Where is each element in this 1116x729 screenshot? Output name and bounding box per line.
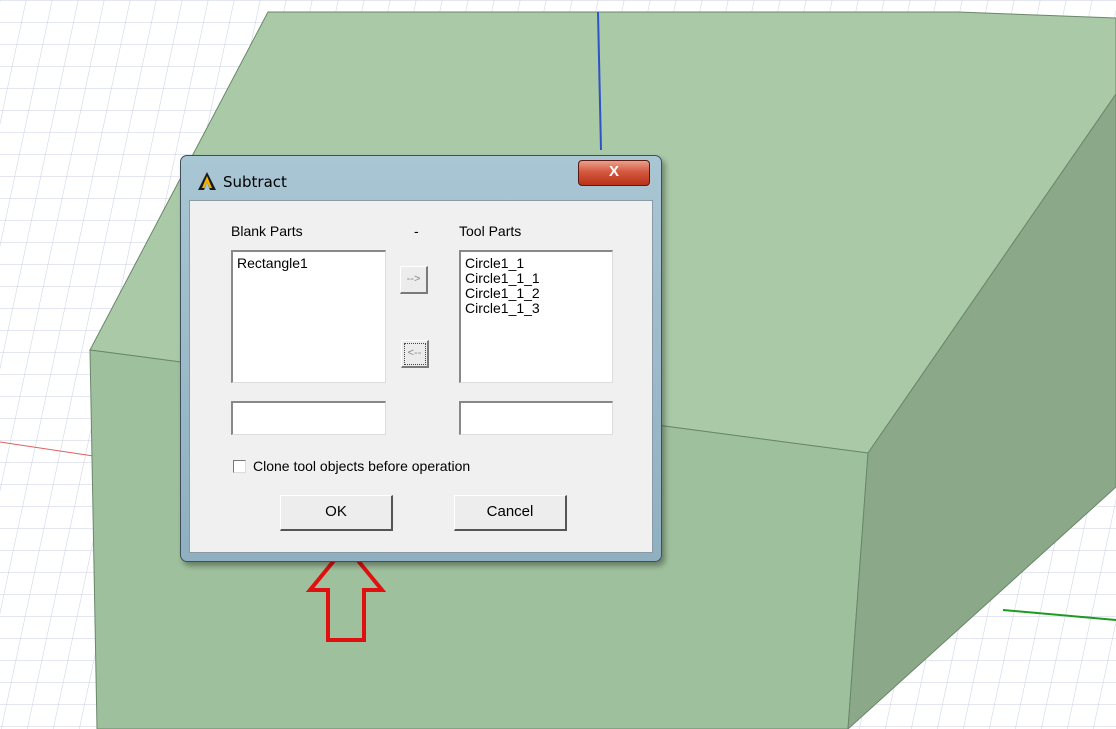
clone-tool-checkbox[interactable] bbox=[233, 460, 246, 473]
cancel-button[interactable]: Cancel bbox=[454, 495, 567, 531]
move-to-tool-button[interactable]: --> bbox=[400, 266, 428, 294]
tool-parts-label: Tool Parts bbox=[459, 223, 522, 239]
list-item[interactable]: Circle1_1_1 bbox=[465, 271, 612, 286]
blank-parts-label: Blank Parts bbox=[231, 223, 303, 239]
tool-parts-list[interactable]: Circle1_1 Circle1_1_1 Circle1_1_2 Circle… bbox=[459, 250, 613, 383]
close-button[interactable]: X bbox=[578, 160, 650, 186]
list-item[interactable]: Circle1_1_3 bbox=[465, 301, 612, 316]
dialog-body: Blank Parts - Tool Parts Rectangle1 Circ… bbox=[189, 200, 653, 553]
blank-parts-filter-input[interactable] bbox=[231, 401, 386, 435]
blank-parts-list[interactable]: Rectangle1 bbox=[231, 250, 386, 383]
clone-tool-label: Clone tool objects before operation bbox=[253, 458, 471, 474]
ansys-logo-icon bbox=[198, 172, 216, 190]
subtract-dialog: Subtract X Blank Parts - Tool Parts Rect… bbox=[180, 155, 662, 562]
move-to-blank-button[interactable]: <-- bbox=[401, 340, 429, 368]
ok-button[interactable]: OK bbox=[280, 495, 393, 531]
list-item[interactable]: Circle1_1_2 bbox=[465, 286, 612, 301]
tool-parts-filter-input[interactable] bbox=[459, 401, 613, 435]
list-item[interactable]: Circle1_1 bbox=[465, 256, 612, 271]
dialog-titlebar[interactable]: Subtract X bbox=[181, 156, 661, 200]
dialog-title: Subtract bbox=[223, 173, 287, 191]
separator-label: - bbox=[414, 223, 419, 239]
list-item[interactable]: Rectangle1 bbox=[237, 256, 385, 271]
